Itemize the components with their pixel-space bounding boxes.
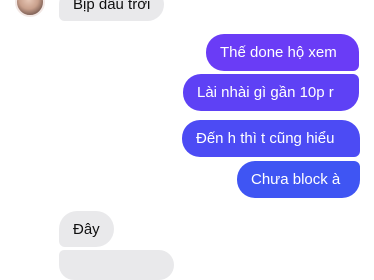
incoming-message-bubble[interactable]: Đây — [59, 211, 114, 247]
message-text: Đến h thì t cũng hiểu — [196, 130, 335, 147]
message-text: Chưa block à — [251, 171, 341, 188]
outgoing-message-bubble[interactable]: Chưa block à — [237, 161, 360, 198]
incoming-message-bubble[interactable]: Bịp đâu trời — [59, 0, 165, 21]
contact-avatar[interactable] — [15, 0, 45, 17]
message-text: Đây — [73, 220, 100, 238]
incoming-message-bubble-partial[interactable] — [59, 250, 174, 280]
message-text: Lài nhài gì gần 10p r — [197, 84, 334, 101]
chat-thread: Bịp đâu trời Thế done hộ xem Lài nhài gì… — [0, 0, 374, 280]
message-text: Thế done hộ xem — [220, 44, 337, 61]
message-text: Bịp đâu trời — [73, 0, 151, 13]
outgoing-message-bubble[interactable]: Đến h thì t cũng hiểu — [182, 120, 360, 157]
outgoing-message-bubble[interactable]: Thế done hộ xem — [206, 34, 359, 71]
outgoing-message-bubble[interactable]: Lài nhài gì gần 10p r — [183, 74, 359, 111]
